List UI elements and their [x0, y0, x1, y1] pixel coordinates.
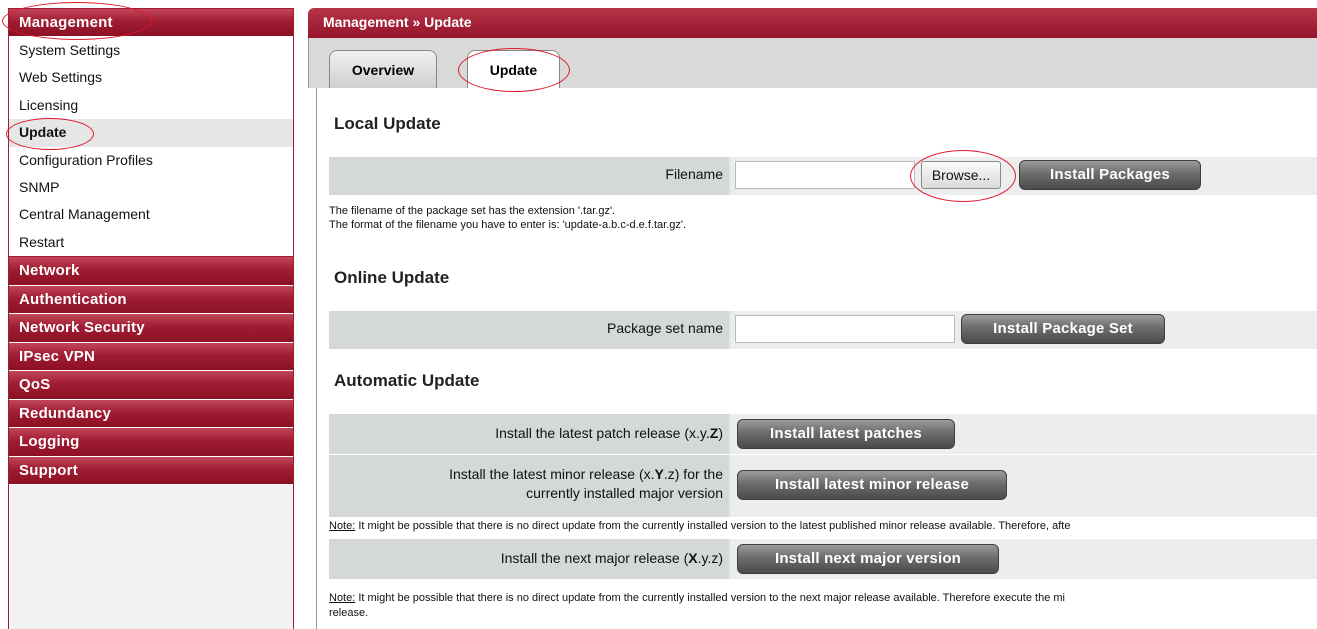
minor-release-label: Install the latest minor release (x.Y.z)… — [329, 455, 729, 517]
tab-bar: Overview Update — [308, 38, 1317, 89]
sidebar-section-management[interactable]: Management — [9, 9, 293, 37]
filename-input[interactable] — [735, 161, 915, 189]
patch-release-row: Install the latest patch release (x.y.Z)… — [329, 413, 1317, 454]
main-content: Management » Update Overview Update Loca… — [308, 8, 1317, 629]
sidebar-item-update[interactable]: Update — [9, 119, 293, 147]
filename-label: Filename — [329, 157, 729, 195]
sidebar-item-configuration-profiles[interactable]: Configuration Profiles — [9, 147, 293, 174]
online-update-title: Online Update — [334, 268, 450, 287]
tab-update[interactable]: Update — [467, 50, 560, 89]
package-set-label: Package set name — [329, 311, 729, 349]
sidebar-item-system-settings[interactable]: System Settings — [9, 37, 293, 64]
sidebar-section-redundancy[interactable]: Redundancy — [9, 399, 293, 429]
install-packages-button[interactable]: Install Packages — [1019, 160, 1201, 190]
sidebar-item-web-settings[interactable]: Web Settings — [9, 64, 293, 91]
sidebar-section-network[interactable]: Network — [9, 257, 293, 286]
install-package-set-button[interactable]: Install Package Set — [961, 314, 1165, 344]
local-update-title: Local Update — [334, 114, 441, 133]
sidebar-item-snmp[interactable]: SNMP — [9, 174, 293, 201]
sidebar-item-restart[interactable]: Restart — [9, 229, 293, 256]
filename-hint-1: The filename of the package set has the … — [329, 205, 616, 217]
major-release-label: Install the next major release (X.y.z) — [329, 539, 729, 579]
sidebar-item-licensing[interactable]: Licensing — [9, 92, 293, 119]
filename-hint-2: The format of the filename you have to e… — [329, 219, 687, 231]
minor-release-row: Install the latest minor release (x.Y.z)… — [329, 454, 1317, 517]
browse-button[interactable]: Browse... — [921, 161, 1001, 189]
management-submenu: System Settings Web Settings Licensing U… — [9, 37, 293, 258]
sidebar-section-qos[interactable]: QoS — [9, 371, 293, 400]
automatic-update-title: Automatic Update — [334, 371, 480, 390]
tab-overview[interactable]: Overview — [329, 50, 437, 88]
package-set-input[interactable] — [735, 315, 955, 343]
breadcrumb: Management » Update — [308, 8, 1317, 38]
sidebar: Management System Settings Web Settings … — [8, 8, 294, 629]
major-release-row: Install the next major release (X.y.z) I… — [329, 538, 1317, 579]
filename-row: Filename Browse... Install Packages — [329, 156, 1317, 195]
sidebar-item-central-management[interactable]: Central Management — [9, 201, 293, 228]
sidebar-section-support[interactable]: Support — [9, 456, 293, 486]
major-release-note: Note: It might be possible that there is… — [329, 592, 1065, 604]
sidebar-section-logging[interactable]: Logging — [9, 428, 293, 457]
install-next-major-button[interactable]: Install next major version — [737, 544, 999, 574]
minor-release-note: Note: It might be possible that there is… — [329, 520, 1071, 532]
install-latest-patches-button[interactable]: Install latest patches — [737, 419, 955, 449]
install-latest-minor-button[interactable]: Install latest minor release — [737, 470, 1007, 500]
sidebar-section-network-security[interactable]: Network Security — [9, 314, 293, 343]
major-release-note-line2: release. — [329, 607, 369, 619]
sidebar-section-ipsec-vpn[interactable]: IPsec VPN — [9, 342, 293, 372]
package-set-row: Package set name Install Package Set — [329, 310, 1317, 349]
sidebar-section-authentication[interactable]: Authentication — [9, 285, 293, 315]
patch-release-label: Install the latest patch release (x.y.Z) — [329, 414, 729, 454]
update-panel: Local Update Filename Browse... Install … — [316, 88, 1317, 629]
